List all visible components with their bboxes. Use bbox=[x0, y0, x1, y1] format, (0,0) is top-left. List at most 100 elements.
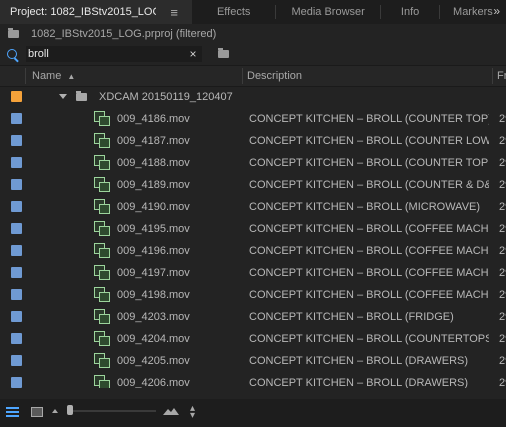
clip-icon bbox=[94, 177, 110, 192]
label-color-chip[interactable] bbox=[11, 245, 22, 256]
label-color-chip[interactable] bbox=[11, 91, 22, 102]
clear-search-icon[interactable]: × bbox=[188, 47, 198, 61]
clip-row[interactable]: 009_4198.mov CONCEPT KITCHEN – BROLL (COF… bbox=[0, 284, 506, 306]
sort-icons-icon[interactable]: ▴ ▾ bbox=[190, 404, 195, 421]
clip-frame-rate: 29 bbox=[499, 157, 506, 169]
clip-description: CONCEPT KITCHEN – BROLL (COUNTER TOP ZO bbox=[249, 157, 489, 169]
clip-icon bbox=[94, 133, 110, 148]
clip-row[interactable]: 009_4190.mov CONCEPT KITCHEN – BROLL (MIC… bbox=[0, 196, 506, 218]
label-color-chip[interactable] bbox=[11, 289, 22, 300]
clip-icon bbox=[94, 375, 110, 388]
clip-frame-rate: 29 bbox=[499, 245, 506, 257]
clip-frame-rate: 29 bbox=[499, 113, 506, 125]
clip-frame-rate: 29 bbox=[499, 179, 506, 191]
clip-row[interactable]: 009_4205.mov CONCEPT KITCHEN – BROLL (DRA… bbox=[0, 350, 506, 372]
clip-name: 009_4203.mov bbox=[117, 311, 190, 323]
column-divider bbox=[25, 68, 26, 84]
label-color-chip[interactable] bbox=[11, 113, 22, 124]
project-file-path: 1082_IBStv2015_LOG.prproj (filtered) bbox=[31, 28, 217, 40]
clip-description: CONCEPT KITCHEN – BROLL (MICROWAVE) bbox=[249, 201, 481, 213]
column-description[interactable]: Description bbox=[247, 66, 302, 86]
label-color-chip[interactable] bbox=[11, 135, 22, 146]
clip-description: CONCEPT KITCHEN – BROLL (COUNTERTOPS) bbox=[249, 333, 489, 345]
column-frame-rate[interactable]: Fr bbox=[497, 66, 506, 86]
clip-frame-rate: 29 bbox=[499, 377, 506, 388]
clip-frame-rate: 29 bbox=[499, 223, 506, 235]
clip-row[interactable]: 009_4187.mov CONCEPT KITCHEN – BROLL (COU… bbox=[0, 130, 506, 152]
clip-frame-rate: 29 bbox=[499, 201, 506, 213]
clip-description: CONCEPT KITCHEN – BROLL (DRAWERS) bbox=[249, 355, 469, 367]
zoom-slider-handle[interactable] bbox=[67, 405, 73, 415]
clip-frame-rate: 29 bbox=[499, 267, 506, 279]
clip-row[interactable]: 009_4189.mov CONCEPT KITCHEN – BROLL (COU… bbox=[0, 174, 506, 196]
label-color-chip[interactable] bbox=[11, 377, 22, 388]
clip-name: 009_4187.mov bbox=[117, 135, 190, 147]
label-color-chip[interactable] bbox=[11, 267, 22, 278]
tab-project[interactable]: Project: 1082_IBStv2015_LOG bbox=[0, 0, 161, 24]
label-color-chip[interactable] bbox=[11, 157, 22, 168]
clip-icon bbox=[94, 287, 110, 302]
panel-footer: ▴ ▾ bbox=[0, 399, 506, 427]
clip-icon bbox=[94, 331, 110, 346]
project-path-bar: 1082_IBStv2015_LOG.prproj (filtered) bbox=[0, 24, 506, 44]
label-color-chip[interactable] bbox=[11, 333, 22, 344]
clip-icon bbox=[94, 111, 110, 126]
disclosure-triangle-icon[interactable] bbox=[59, 94, 67, 99]
tab-media-browser[interactable]: Media Browser bbox=[276, 0, 381, 24]
list-view-icon[interactable] bbox=[6, 407, 19, 417]
clip-frame-rate: 29 bbox=[499, 311, 506, 323]
clip-icon bbox=[94, 155, 110, 170]
clip-row[interactable]: 009_4186.mov CONCEPT KITCHEN – BROLL (COU… bbox=[0, 108, 506, 130]
clip-name: 009_4186.mov bbox=[117, 113, 190, 125]
clip-icon bbox=[94, 309, 110, 324]
new-search-bin-icon[interactable] bbox=[218, 48, 229, 58]
clip-row[interactable]: 009_4197.mov CONCEPT KITCHEN – BROLL (COF… bbox=[0, 262, 506, 284]
label-color-chip[interactable] bbox=[11, 223, 22, 234]
sort-ascending-icon: ▲ bbox=[67, 72, 76, 81]
label-color-chip[interactable] bbox=[11, 311, 22, 322]
clip-description: CONCEPT KITCHEN – BROLL (COFFEE MACHINE) bbox=[249, 223, 489, 235]
panel-tab-bar: Project: 1082_IBStv2015_LOG ≡ Effects Me… bbox=[0, 0, 506, 24]
column-name[interactable]: Name ▲ bbox=[32, 66, 75, 86]
clip-name: 009_4189.mov bbox=[117, 179, 190, 191]
clip-description: CONCEPT KITCHEN – BROLL (COUNTER TOP) bbox=[249, 113, 489, 125]
clip-row[interactable]: 009_4188.mov CONCEPT KITCHEN – BROLL (COU… bbox=[0, 152, 506, 174]
clip-name: 009_4195.mov bbox=[117, 223, 190, 235]
tab-effects[interactable]: Effects bbox=[192, 0, 274, 24]
clip-name: 009_4196.mov bbox=[117, 245, 190, 257]
clip-row[interactable]: 009_4204.mov CONCEPT KITCHEN – BROLL (COU… bbox=[0, 328, 506, 350]
icon-view-icon[interactable] bbox=[31, 407, 43, 417]
large-thumbnail-icon bbox=[163, 408, 179, 415]
label-color-chip[interactable] bbox=[11, 355, 22, 366]
column-divider[interactable] bbox=[242, 68, 243, 84]
clip-icon bbox=[94, 243, 110, 258]
small-thumbnail-icon bbox=[52, 409, 58, 413]
project-items-list: XDCAM 20150119_120407 009_4186.mov CONCEP… bbox=[0, 86, 506, 388]
column-header: Name ▲ Description Fr bbox=[0, 65, 506, 87]
clip-description: CONCEPT KITCHEN – BROLL (COUNTER LOW) bbox=[249, 135, 489, 147]
bin-row[interactable]: XDCAM 20150119_120407 bbox=[0, 86, 506, 108]
clip-icon bbox=[94, 353, 110, 368]
clip-row[interactable]: 009_4203.mov CONCEPT KITCHEN – BROLL (FRI… bbox=[0, 306, 506, 328]
clip-frame-rate: 29 bbox=[499, 355, 506, 367]
column-divider[interactable] bbox=[492, 68, 493, 84]
clip-name: 009_4198.mov bbox=[117, 289, 190, 301]
label-color-chip[interactable] bbox=[11, 179, 22, 190]
clip-description: CONCEPT KITCHEN – BROLL (COFFEE MACHINE) bbox=[249, 267, 489, 279]
search-bar: × bbox=[0, 44, 506, 64]
clip-name: 009_4188.mov bbox=[117, 157, 190, 169]
tab-info[interactable]: Info bbox=[381, 0, 439, 24]
clip-icon bbox=[94, 199, 110, 214]
zoom-slider-track[interactable] bbox=[70, 410, 156, 412]
clip-description: CONCEPT KITCHEN – BROLL (COUNTER & D&C bbox=[249, 179, 489, 191]
panel-menu-icon[interactable]: ≡ bbox=[156, 0, 193, 24]
clip-description: CONCEPT KITCHEN – BROLL (DRAWERS) bbox=[249, 377, 469, 388]
clip-row[interactable]: 009_4206.mov CONCEPT KITCHEN – BROLL (DRA… bbox=[0, 372, 506, 388]
clip-row[interactable]: 009_4195.mov CONCEPT KITCHEN – BROLL (COF… bbox=[0, 218, 506, 240]
search-icon[interactable] bbox=[7, 49, 17, 59]
clip-description: CONCEPT KITCHEN – BROLL (COFFEE MACHINE) bbox=[249, 289, 489, 301]
label-color-chip[interactable] bbox=[11, 201, 22, 212]
more-tabs-icon[interactable]: » bbox=[493, 4, 500, 18]
search-input[interactable] bbox=[26, 46, 202, 62]
clip-row[interactable]: 009_4196.mov CONCEPT KITCHEN – BROLL (COF… bbox=[0, 240, 506, 262]
